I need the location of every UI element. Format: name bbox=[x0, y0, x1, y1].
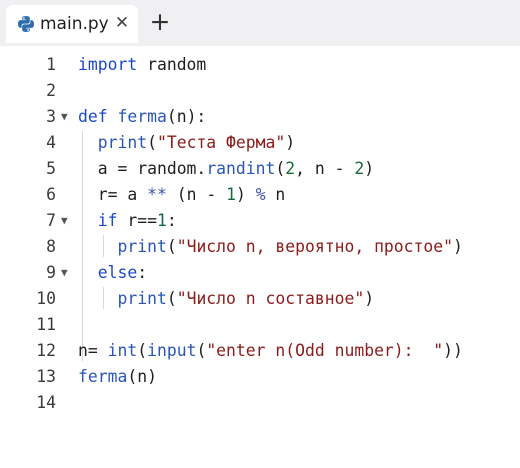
token: : bbox=[137, 263, 148, 282]
token: random bbox=[137, 55, 207, 74]
string-literal: "Число n составное" bbox=[176, 289, 365, 308]
string-literal: "Теста Ферма" bbox=[156, 133, 286, 152]
line-number: 6 bbox=[46, 185, 56, 204]
fold-toggle-icon[interactable]: ▼ bbox=[61, 104, 68, 130]
function-call: print bbox=[117, 289, 167, 308]
code-line-7[interactable]: 7 ▼ if r==1: bbox=[0, 208, 520, 234]
token: a = random. bbox=[97, 159, 207, 178]
code-line-13[interactable]: 13 ferma(n) bbox=[0, 364, 520, 390]
token: ( bbox=[166, 237, 177, 256]
token: n bbox=[265, 185, 286, 204]
token: ( bbox=[137, 341, 148, 360]
code-text: print("Теста Ферма") bbox=[78, 130, 295, 156]
code-text: print("Число n составное") bbox=[78, 286, 374, 312]
number-literal: 2 bbox=[285, 159, 296, 178]
line-number: 10 bbox=[36, 289, 56, 308]
token: ) bbox=[453, 237, 463, 256]
code-line-12[interactable]: 12 n= int(input("enter n(Odd number): ")… bbox=[0, 338, 520, 364]
token: ( bbox=[147, 133, 157, 152]
keyword: def bbox=[78, 107, 108, 126]
code-line-11[interactable]: 11 bbox=[0, 312, 520, 338]
line-number: 7 bbox=[46, 211, 56, 230]
code-text: print("Число n, вероятно, простое") bbox=[78, 234, 463, 260]
add-tab-button[interactable]: + bbox=[148, 8, 172, 36]
code-text: r= a ** (n - 1) % n bbox=[78, 182, 286, 208]
line-number: 1 bbox=[46, 55, 56, 74]
line-number: 2 bbox=[46, 81, 56, 100]
function-call: randint bbox=[206, 159, 276, 178]
line-number: 14 bbox=[36, 393, 56, 412]
python-icon bbox=[18, 16, 34, 32]
string-literal: "Число n, вероятно, простое" bbox=[176, 237, 454, 256]
line-number: 12 bbox=[36, 341, 56, 360]
tab-bar: main.py ✕ + bbox=[0, 0, 520, 46]
token: ( bbox=[275, 159, 286, 178]
line-number: 9 bbox=[46, 263, 56, 282]
code-line-1[interactable]: 1 import random bbox=[0, 52, 520, 78]
code-line-9[interactable]: 9 ▼ else: bbox=[0, 260, 520, 286]
function-name: ferma bbox=[117, 107, 167, 126]
code-text: import random bbox=[78, 52, 206, 78]
code-editor[interactable]: 1 import random 2 3 ▼ def ferma(n): 4 pr… bbox=[0, 46, 520, 412]
code-text: a = random.randint(2, n - 2) bbox=[78, 156, 374, 182]
number-literal: 1 bbox=[226, 185, 236, 204]
close-icon[interactable]: ✕ bbox=[112, 12, 132, 34]
line-number: 13 bbox=[36, 367, 56, 386]
code-text: ferma(n) bbox=[78, 364, 157, 390]
function-call: int bbox=[107, 341, 138, 360]
code-line-14[interactable]: 14 bbox=[0, 390, 520, 416]
fold-toggle-icon[interactable]: ▼ bbox=[61, 208, 68, 234]
token: (n) bbox=[127, 367, 157, 386]
token: (n): bbox=[166, 107, 207, 126]
function-call: ferma bbox=[78, 367, 128, 386]
line-number: 11 bbox=[36, 315, 56, 334]
number-literal: 2 bbox=[354, 159, 365, 178]
code-line-5[interactable]: 5 a = random.randint(2, n - 2) bbox=[0, 156, 520, 182]
code-text: if r==1: bbox=[78, 208, 177, 234]
token: ) bbox=[364, 289, 375, 308]
token: (n - bbox=[166, 185, 227, 204]
token: r== bbox=[117, 211, 157, 230]
code-line-3[interactable]: 3 ▼ def ferma(n): bbox=[0, 104, 520, 130]
code-line-4[interactable]: 4 print("Теста Ферма") bbox=[0, 130, 520, 156]
token: , n - bbox=[295, 159, 355, 178]
code-line-6[interactable]: 6 r= a ** (n - 1) % n bbox=[0, 182, 520, 208]
line-number: 4 bbox=[46, 133, 56, 152]
string-literal: "enter n(Odd number): " bbox=[206, 341, 444, 360]
token: ) bbox=[235, 185, 256, 204]
number-literal: 1 bbox=[156, 211, 167, 230]
token: r= a bbox=[97, 185, 148, 204]
code-text: def ferma(n): bbox=[78, 104, 206, 130]
tab-main-py[interactable]: main.py ✕ bbox=[6, 5, 138, 43]
operator: % bbox=[255, 185, 266, 204]
code-line-10[interactable]: 10 print("Число n составное") bbox=[0, 286, 520, 312]
line-number: 3 bbox=[46, 107, 56, 126]
token: ) bbox=[364, 159, 375, 178]
token: )) bbox=[443, 341, 463, 360]
keyword: import bbox=[78, 55, 138, 74]
operator: ** bbox=[147, 185, 167, 204]
line-number: 5 bbox=[46, 159, 56, 178]
fold-toggle-icon[interactable]: ▼ bbox=[61, 260, 68, 286]
token: : bbox=[166, 211, 177, 230]
code-text: n= int(input("enter n(Odd number): ")) bbox=[78, 338, 463, 364]
code-text: else: bbox=[78, 260, 147, 286]
token: ) bbox=[285, 133, 296, 152]
keyword: else bbox=[97, 263, 138, 282]
line-number: 8 bbox=[46, 237, 56, 256]
code-line-8[interactable]: 8 print("Число n, вероятно, простое") bbox=[0, 234, 520, 260]
function-call: print bbox=[117, 237, 167, 256]
token: n= bbox=[78, 341, 108, 360]
function-call: print bbox=[97, 133, 148, 152]
code-line-2[interactable]: 2 bbox=[0, 78, 520, 104]
token: ( bbox=[196, 341, 207, 360]
function-call: input bbox=[147, 341, 197, 360]
keyword: if bbox=[97, 211, 118, 230]
token: ( bbox=[166, 289, 177, 308]
tab-filename: main.py bbox=[40, 14, 109, 34]
